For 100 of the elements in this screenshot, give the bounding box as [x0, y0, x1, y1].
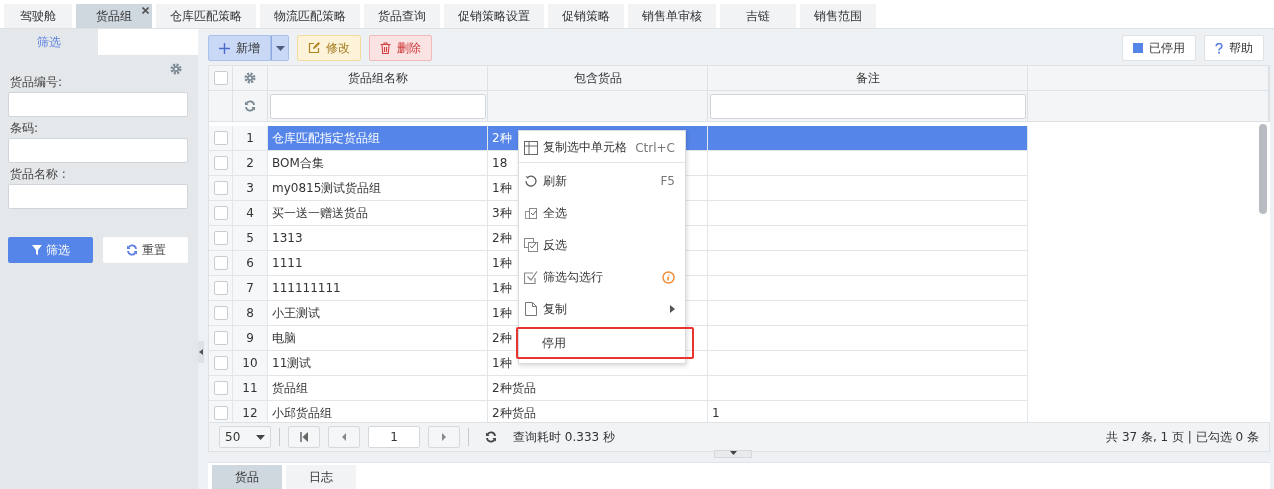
row-number: 4: [233, 201, 268, 226]
input-field[interactable]: [8, 92, 188, 117]
row-number: 3: [233, 176, 268, 201]
row-number: 11: [233, 376, 268, 401]
checkbox[interactable]: [213, 256, 228, 270]
checkbox[interactable]: [213, 156, 228, 170]
caret-icon: [275, 45, 285, 51]
row-number: 6: [233, 251, 268, 276]
tab[interactable]: 销售范围: [800, 4, 876, 28]
trash-icon: [380, 42, 391, 54]
column-header[interactable]: 货品组名称: [268, 66, 488, 91]
table-cell: 电脑: [268, 326, 488, 351]
table-cell: 1111: [268, 251, 488, 276]
tab[interactable]: 销售单审核: [628, 4, 716, 28]
query-time-text: 查询耗时 0.333 秒: [513, 428, 615, 446]
page-number-field[interactable]: 1: [368, 426, 420, 448]
row-number: 10: [233, 351, 268, 376]
field-label: 货品名称 :: [10, 167, 67, 181]
refresh-icon[interactable]: [125, 244, 138, 256]
row-number: 9: [233, 326, 268, 351]
filter-icon: [31, 245, 42, 255]
table-cell: 仓库匹配指定货品组: [268, 126, 488, 151]
stopped-button[interactable]: 已停用: [1122, 35, 1196, 61]
page-size-select[interactable]: 50: [219, 426, 271, 448]
column-header[interactable]: 备注: [708, 66, 1028, 91]
tab[interactable]: 促销策略设置: [444, 4, 544, 28]
row-number: 1: [233, 126, 268, 151]
table-cell: 小王测试: [268, 301, 488, 326]
info-icon: [662, 270, 675, 284]
checkbox-icon: [524, 270, 538, 284]
submenu-arrow-icon: [670, 305, 675, 313]
help-button[interactable]: 帮助: [1204, 35, 1264, 61]
table-cell: 1313: [268, 226, 488, 251]
checkbox[interactable]: [213, 381, 228, 395]
column-filter-field[interactable]: [269, 93, 486, 119]
tab[interactable]: 仓库匹配策略: [156, 4, 256, 28]
column-filter-field[interactable]: [709, 93, 1026, 119]
tab[interactable]: 货品组: [76, 4, 152, 28]
dropdown-button[interactable]: [271, 35, 289, 61]
tab[interactable]: 日志: [286, 465, 356, 489]
table-cell: 货品组: [268, 376, 488, 401]
scrollbar-thumb[interactable]: [1259, 124, 1267, 214]
input-field[interactable]: [8, 138, 188, 163]
previous-page-button[interactable]: [328, 426, 360, 448]
row-number: 7: [233, 276, 268, 301]
gear-icon[interactable]: [170, 63, 182, 75]
field-label: 条码:: [10, 121, 40, 135]
document-icon: [525, 302, 537, 316]
edit-button[interactable]: 修改: [297, 35, 361, 61]
previous-page-icon: [340, 432, 348, 442]
input-field[interactable]: [8, 184, 188, 209]
row-number: 12: [233, 401, 268, 422]
field-label: 货品编号:: [10, 75, 64, 89]
checkbox[interactable]: [213, 231, 228, 245]
checkbox[interactable]: [213, 131, 228, 145]
checkbox[interactable]: [213, 281, 228, 295]
checkbox[interactable]: [213, 71, 228, 85]
caret-icon: [256, 434, 265, 440]
tab[interactable]: 货品: [212, 465, 282, 489]
question-icon: [1215, 42, 1223, 54]
tab[interactable]: 驾驶舱: [4, 4, 72, 28]
first-page-button[interactable]: [288, 426, 320, 448]
row-number: 2: [233, 151, 268, 176]
checkbox[interactable]: [213, 406, 228, 420]
menu-item[interactable]: 复制选中单元格 Ctrl+C: [519, 133, 685, 163]
gear-icon[interactable]: [244, 72, 256, 84]
plus-icon: [219, 42, 230, 54]
column-header[interactable]: 包含货品: [488, 66, 708, 91]
table-cell: 买一送一赠送货品: [268, 201, 488, 226]
refresh-icon: [524, 174, 538, 188]
tab[interactable]: 吉链: [720, 4, 796, 28]
select-all-icon: [524, 206, 538, 220]
table-cell: my0815测试货品组: [268, 176, 488, 201]
close-icon[interactable]: [142, 7, 149, 14]
checkbox[interactable]: [213, 206, 228, 220]
checkbox[interactable]: [213, 181, 228, 195]
table-cell: 11测试: [268, 351, 488, 376]
square-icon: [1133, 43, 1143, 53]
tab[interactable]: 促销策略: [548, 4, 624, 28]
reset-button[interactable]: 重置: [103, 237, 188, 263]
delete-button[interactable]: 删除: [369, 35, 432, 61]
refresh-icon[interactable]: [485, 431, 497, 443]
row-number: 5: [233, 226, 268, 251]
table-icon: [524, 140, 538, 155]
edit-icon: [308, 42, 320, 54]
add-button[interactable]: 新增: [208, 35, 271, 61]
filter-button[interactable]: 筛选: [8, 237, 93, 263]
row-number: 8: [233, 301, 268, 326]
table-cell: BOM合集: [268, 151, 488, 176]
table-cell: 111111111: [268, 276, 488, 301]
menu-item[interactable]: 停用: [516, 327, 694, 359]
record-summary: 共 37 条, 1 页 | 已勾选 0 条: [1106, 428, 1259, 446]
next-page-button[interactable]: [428, 426, 460, 448]
tab[interactable]: 货品查询: [364, 4, 440, 28]
checkbox[interactable]: [213, 331, 228, 345]
next-page-icon: [440, 432, 448, 442]
tab[interactable]: 物流匹配策略: [260, 4, 360, 28]
checklist-icon: [524, 238, 538, 252]
checkbox[interactable]: [213, 306, 228, 320]
checkbox[interactable]: [213, 356, 228, 370]
